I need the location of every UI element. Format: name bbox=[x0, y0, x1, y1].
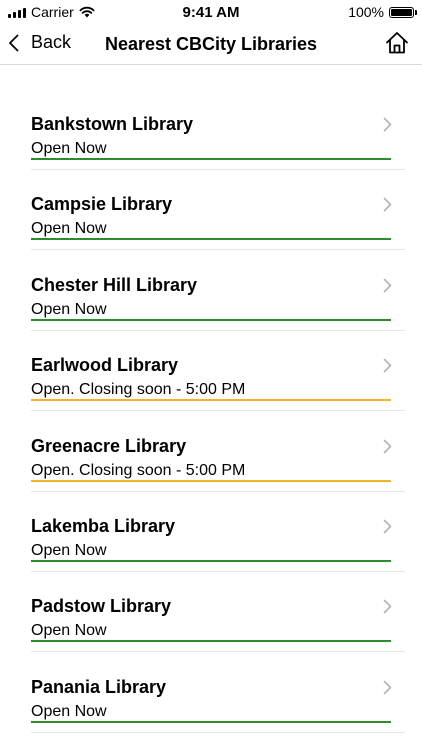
library-status: Open. Closing soon - 5:00 PM bbox=[31, 381, 246, 399]
battery-level bbox=[391, 8, 412, 16]
library-status: Open Now bbox=[31, 541, 107, 559]
status-indicator-bar bbox=[31, 399, 391, 402]
chevron-right-icon bbox=[383, 117, 392, 132]
library-status: Open Now bbox=[31, 702, 107, 720]
status-indicator-bar bbox=[31, 318, 391, 321]
library-name: Earlwood Library bbox=[31, 355, 179, 376]
library-list-item[interactable]: Bankstown Library Open Now bbox=[0, 90, 422, 170]
navigation-bar: Back Nearest CBCity Libraries bbox=[0, 24, 422, 65]
battery-percent: 100% bbox=[348, 4, 384, 20]
library-status: Open Now bbox=[31, 622, 107, 640]
status-right: 100% bbox=[348, 4, 417, 20]
library-list-item[interactable]: Campsie Library Open Now bbox=[0, 170, 422, 251]
page-title: Nearest CBCity Libraries bbox=[104, 34, 318, 54]
library-list-item[interactable]: Panania Library Open Now bbox=[0, 653, 422, 733]
library-status: Open. Closing soon - 5:00 PM bbox=[31, 461, 246, 479]
library-list-item[interactable]: Lakemba Library Open Now bbox=[0, 492, 422, 572]
library-name: Bankstown Library bbox=[31, 114, 194, 134]
library-list-item[interactable]: Greenacre Library Open. Closing soon - 5:… bbox=[0, 412, 422, 492]
library-name: Greenacre Library bbox=[31, 435, 187, 456]
status-indicator-bar bbox=[31, 158, 391, 160]
status-bar: Carrier 9:41 AM 100% bbox=[0, 0, 422, 24]
chevron-right-icon bbox=[383, 358, 392, 373]
library-name: Chester Hill Library bbox=[31, 274, 198, 295]
library-list-item[interactable]: Padstow Library Open Now bbox=[0, 572, 422, 653]
library-name: Panania Library bbox=[31, 676, 167, 697]
chevron-right-icon bbox=[383, 439, 392, 453]
chevron-right-icon bbox=[383, 680, 392, 695]
app-screen: Carrier 9:41 AM 100% Back Nearest CBCity… bbox=[0, 0, 422, 750]
status-indicator-bar bbox=[31, 479, 391, 482]
library-status: Open Now bbox=[31, 300, 107, 318]
battery-icon bbox=[389, 6, 417, 18]
home-icon[interactable] bbox=[384, 30, 410, 56]
library-status: Open Now bbox=[31, 140, 107, 157]
status-indicator-bar bbox=[31, 238, 391, 241]
status-indicator-bar bbox=[31, 720, 391, 723]
chevron-right-icon bbox=[383, 198, 392, 212]
library-list-item[interactable]: Earlwood Library Open. Closing soon - 5:0… bbox=[0, 331, 422, 412]
library-name: Campsie Library bbox=[31, 194, 173, 215]
library-status: Open Now bbox=[31, 220, 107, 238]
library-list-item[interactable]: Chester Hill Library Open Now bbox=[0, 251, 422, 331]
chevron-right-icon bbox=[383, 278, 392, 293]
library-name: Lakemba Library bbox=[31, 515, 176, 536]
chevron-right-icon bbox=[383, 600, 392, 614]
library-list: Bankstown Library Open Now Campsie Library… bbox=[0, 90, 422, 733]
status-indicator-bar bbox=[31, 559, 391, 562]
row-separator bbox=[31, 731, 405, 733]
chevron-right-icon bbox=[383, 519, 392, 534]
library-name: Padstow Library bbox=[31, 596, 172, 617]
status-indicator-bar bbox=[31, 640, 391, 643]
